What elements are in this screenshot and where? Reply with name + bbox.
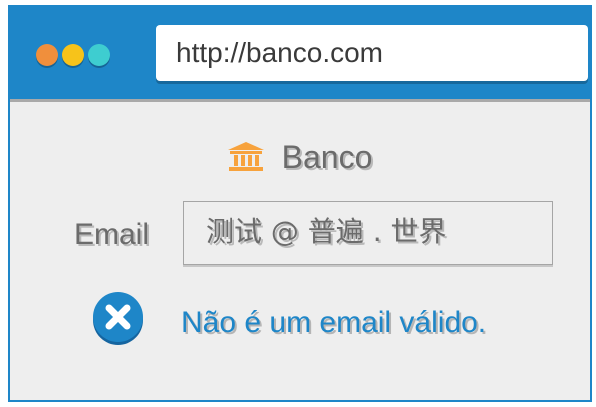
address-bar[interactable]: http://banco.com xyxy=(156,25,588,81)
email-label: Email xyxy=(74,218,150,251)
validation-message: Não é um email válido. xyxy=(181,306,487,339)
bank-icon xyxy=(227,141,264,171)
error-x-icon xyxy=(93,292,143,345)
brand-header: Banco xyxy=(10,137,590,177)
minimize-dot[interactable] xyxy=(62,44,84,66)
close-dot[interactable] xyxy=(36,44,58,66)
email-field[interactable]: 测试 @ 普遍 . 世界 xyxy=(183,201,553,265)
browser-titlebar: http://banco.com xyxy=(10,7,590,99)
brand-name: Banco xyxy=(281,139,373,175)
browser-window: http://banco.com Banco Email 测试 @ 普遍 . 世… xyxy=(8,5,592,402)
maximize-dot[interactable] xyxy=(88,44,110,66)
